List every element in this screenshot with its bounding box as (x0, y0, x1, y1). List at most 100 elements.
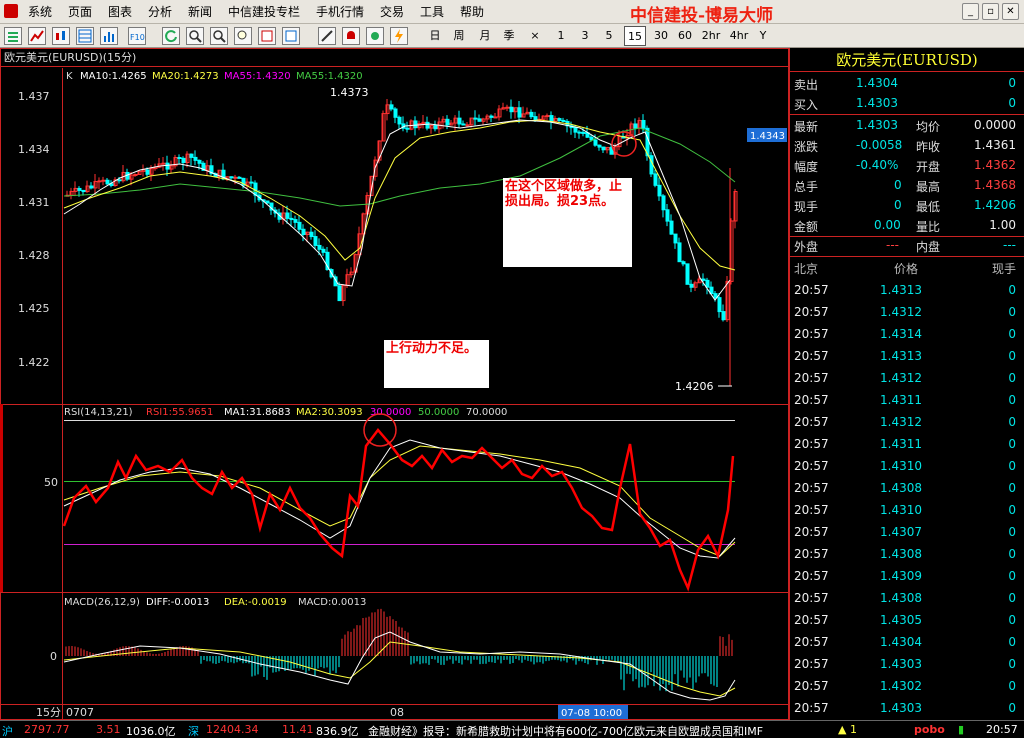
menu-tools[interactable]: 工具 (420, 0, 444, 24)
tick-row[interactable]: 20:57 1.4311 0 (794, 390, 1022, 412)
tick-row[interactable]: 20:57 1.4309 0 (794, 566, 1022, 588)
period-quarter[interactable]: 季 (498, 26, 520, 46)
stat-label: 昨收 (916, 140, 941, 154)
pencil-draw-icon[interactable] (318, 27, 336, 45)
tick-row[interactable]: 20:57 1.4304 0 (794, 632, 1022, 654)
tick-row[interactable]: 20:57 1.4302 0 (794, 676, 1022, 698)
time-axis-period: 15分 (36, 706, 61, 719)
menu-help[interactable]: 帮助 (460, 0, 484, 24)
macd-histogram (65, 608, 733, 692)
tick-row[interactable]: 20:57 1.4312 0 (794, 302, 1022, 324)
tick-row[interactable]: 20:57 1.4313 0 (794, 346, 1022, 368)
candle-body (97, 180, 102, 183)
chart-panel[interactable]: 欧元美元(EURUSD)(15分) K MA10:1.4265 MA20:1.4… (0, 48, 789, 720)
stat-value: 0 (894, 178, 902, 192)
lightning-icon[interactable] (390, 27, 408, 45)
tick-time: 20:57 (794, 503, 829, 517)
f10-info-icon[interactable]: F10 (128, 27, 146, 45)
settings-icon[interactable] (366, 27, 384, 45)
sz-label: 深 (188, 725, 199, 738)
period-1min[interactable]: 1 (550, 26, 572, 46)
stat-row-change: 涨跌 -0.0058 昨收 1.4361 (794, 136, 1022, 156)
stat-value: --- (886, 238, 899, 252)
period-day[interactable]: 日 (424, 26, 446, 46)
period-month[interactable]: 月 (474, 26, 496, 46)
tick-row[interactable]: 20:57 1.4311 0 (794, 434, 1022, 456)
menu-news[interactable]: 新闻 (188, 0, 212, 24)
tick-volume: 0 (1008, 415, 1016, 429)
bar-chart-icon[interactable] (100, 27, 118, 45)
tick-row[interactable]: 20:57 1.4303 0 (794, 654, 1022, 676)
tick-row[interactable]: 20:57 1.4310 0 (794, 500, 1022, 522)
quote-title: 欧元美元(EURUSD) (790, 48, 1024, 72)
period-custom[interactable]: × (524, 26, 546, 46)
macd-dea: DEA:-0.0019 (224, 597, 287, 608)
tick-volume: 0 (1008, 679, 1016, 693)
tick-row[interactable]: 20:57 1.4308 0 (794, 478, 1022, 500)
tick-row[interactable]: 20:57 1.4308 0 (794, 544, 1022, 566)
zoom-out-icon[interactable] (210, 27, 228, 45)
tick-row[interactable]: 20:57 1.4312 0 (794, 412, 1022, 434)
period-3min[interactable]: 3 (574, 26, 596, 46)
menu-page[interactable]: 页面 (68, 0, 92, 24)
period-week[interactable]: 周 (448, 26, 470, 46)
stat-row-current: 现手 0 最低 1.4206 (794, 196, 1022, 216)
tick-row[interactable]: 20:57 1.4314 0 (794, 324, 1022, 346)
period-2hr[interactable]: 2hr (698, 26, 724, 46)
tick-time: 20:57 (794, 327, 829, 341)
alert-icon[interactable]: ▲ (838, 723, 846, 736)
menu-trade[interactable]: 交易 (380, 0, 404, 24)
tick-row[interactable]: 20:57 1.4307 0 (794, 522, 1022, 544)
period-60min[interactable]: 60 (674, 26, 696, 46)
restore-button[interactable]: ▫ (982, 3, 999, 20)
grid-table-icon[interactable] (76, 27, 94, 45)
close-button[interactable]: ✕ (1002, 3, 1019, 20)
macd-value: MACD:0.0013 (298, 597, 366, 608)
import-icon[interactable] (282, 27, 300, 45)
menu-chart[interactable]: 图表 (108, 0, 132, 24)
tick-price: 1.4302 (880, 679, 922, 693)
tick-row[interactable]: 20:57 1.4313 0 (794, 280, 1022, 302)
period-15min[interactable]: 15 (624, 26, 646, 46)
period-year[interactable]: Y (752, 26, 774, 46)
tick-row[interactable]: 20:57 1.4303 0 (794, 698, 1022, 720)
time-axis-start: 0707 (66, 706, 94, 719)
candle-body (425, 121, 430, 129)
candle-body (317, 244, 322, 250)
line-chart-icon[interactable] (28, 27, 46, 45)
menu-citic-column[interactable]: 中信建投专栏 (228, 0, 300, 24)
menu-mobile-quotes[interactable]: 手机行情 (316, 0, 364, 24)
export-icon[interactable] (258, 27, 276, 45)
alarm-bell-icon[interactable] (342, 27, 360, 45)
list-icon[interactable] (4, 27, 22, 45)
stat-value: -0.0058 (856, 138, 903, 152)
news-ticker[interactable]: 金融财经》报导：新希腊救助计划中将有600亿-700亿欧元来自欧盟成员国和IMF (368, 723, 828, 738)
search-icon[interactable] (234, 27, 252, 45)
menu-system[interactable]: 系统 (28, 0, 52, 24)
sz-amount: 836.9亿 (316, 725, 359, 738)
period-5min[interactable]: 5 (598, 26, 620, 46)
tick-time: 20:57 (794, 393, 829, 407)
tick-time: 20:57 (794, 569, 829, 583)
zoom-in-icon[interactable] (186, 27, 204, 45)
period-30min[interactable]: 30 (650, 26, 672, 46)
sz-change: 11.41 (282, 723, 314, 736)
candle-body (641, 119, 646, 129)
tick-row[interactable]: 20:57 1.4310 0 (794, 456, 1022, 478)
tick-volume: 0 (1008, 305, 1016, 319)
tick-time: 20:57 (794, 591, 829, 605)
candlestick-icon[interactable] (52, 27, 70, 45)
stat-value: 0.0000 (974, 118, 1016, 132)
tick-row[interactable]: 20:57 1.4305 0 (794, 610, 1022, 632)
entry-circle-marker (611, 131, 637, 157)
tick-row[interactable]: 20:57 1.4308 0 (794, 588, 1022, 610)
menu-analysis[interactable]: 分析 (148, 0, 172, 24)
stat-value: -0.40% (856, 158, 899, 172)
minimize-button[interactable]: _ (962, 3, 979, 20)
refresh-icon[interactable] (162, 27, 180, 45)
period-4hr[interactable]: 4hr (726, 26, 752, 46)
tick-row[interactable]: 20:57 1.4312 0 (794, 368, 1022, 390)
candle-body (717, 297, 722, 313)
buy-price: 1.4303 (856, 96, 898, 110)
tick-time: 20:57 (794, 371, 829, 385)
